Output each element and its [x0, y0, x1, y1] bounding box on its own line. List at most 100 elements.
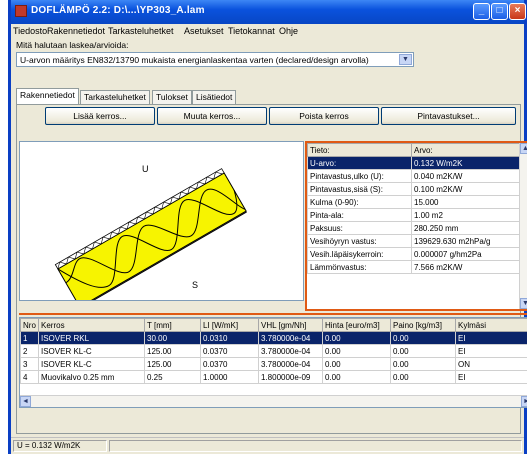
menu-rakennetiedot[interactable]: Rakennetiedot — [47, 26, 105, 36]
scroll-down-icon[interactable]: ▼ — [520, 298, 527, 309]
prop-value: 0.000007 g/hm2Pa — [411, 247, 520, 261]
prop-value: 0.100 m2K/W — [411, 182, 520, 196]
prop-row[interactable]: Pinta-ala: 1.00 m2 — [307, 208, 520, 222]
layer-name: ISOVER KL-C — [38, 357, 145, 371]
status-bar: U = 0.132 W/m2K — [11, 437, 524, 454]
layer-row[interactable]: 1 ISOVER RKL 30.00 0.0310 3.780000e-04 0… — [20, 331, 527, 345]
layers-header-hinta[interactable]: Hinta [euro/m3] — [322, 318, 391, 332]
prop-header-name[interactable]: Tieto: — [307, 143, 412, 157]
prop-value: 1.00 m2 — [411, 208, 520, 222]
delete-layer-button[interactable]: Poista kerros — [269, 107, 379, 125]
calc-type-select[interactable]: U-arvon määritys EN832/13790 mukaista en… — [16, 52, 414, 67]
layer-conductivity: 0.0370 — [200, 357, 259, 371]
minimize-button[interactable]: _ — [473, 3, 490, 20]
properties-table: Tieto: Arvo: U-arvo: 0.132 W/m2K Pintavas… — [307, 143, 520, 274]
surface-resistance-button[interactable]: Pintavastukset... — [381, 107, 516, 125]
layer-conductivity: 0.0310 — [200, 331, 259, 345]
layers-header-vhl[interactable]: VHL [gm/Nh] — [258, 318, 323, 332]
prop-value: 0.132 W/m2K — [411, 156, 520, 170]
prop-value: 139629.630 m2hPa/g — [411, 234, 520, 248]
layer-conductivity: 0.0370 — [200, 344, 259, 358]
layer-price: 0.00 — [322, 357, 391, 371]
layers-header-kylma[interactable]: Kylmäsi — [455, 318, 527, 332]
layers-hscrollbar[interactable]: ◄ ► — [20, 395, 527, 407]
app-icon — [15, 5, 27, 17]
dropdown-arrow-icon[interactable]: ▼ — [399, 54, 412, 65]
prop-row[interactable]: Lämmönvastus: 7.566 m2K/W — [307, 260, 520, 274]
layers-header-t[interactable]: T [mm] — [144, 318, 201, 332]
prop-name: Lämmönvastus: — [307, 260, 412, 274]
prop-value: 15.000 — [411, 195, 520, 209]
layers-header-li[interactable]: LI [W/mK] — [200, 318, 259, 332]
add-layer-button[interactable]: Lisää kerros... — [45, 107, 155, 125]
prop-row[interactable]: Paksuus: 280.250 mm — [307, 221, 520, 235]
menu-ohje[interactable]: Ohje — [279, 26, 298, 36]
layer-name: ISOVER RKL — [38, 331, 145, 345]
prop-name: U-arvo: — [307, 156, 412, 170]
prop-name: Vesih.läpäisykerroin: — [307, 247, 412, 261]
layer-nro: 2 — [20, 344, 39, 358]
properties-grid[interactable]: Tieto: Arvo: U-arvo: 0.132 W/m2K Pintavas… — [305, 141, 527, 311]
title-bar[interactable]: DOFLÄMPÖ 2.2: D:\...\YP303_A.lam _ □ × — [11, 0, 526, 24]
insulation-layer-shape — [57, 172, 247, 308]
prop-row[interactable]: Pintavastus,sisä (S): 0.100 m2K/W — [307, 182, 520, 196]
inside-label: S — [192, 280, 198, 290]
window-title: DOFLÄMPÖ 2.2: D:\...\YP303_A.lam — [31, 5, 205, 16]
layers-header-kerros[interactable]: Kerros — [38, 318, 145, 332]
scroll-left-icon[interactable]: ◄ — [20, 396, 31, 407]
prop-name: Paksuus: — [307, 221, 412, 235]
structure-panel: Lisää kerros... Muuta kerros... Poista k… — [16, 104, 527, 434]
layer-cross-section: U S — [54, 164, 247, 309]
prop-name: Kulma (0-90): — [307, 195, 412, 209]
scroll-up-icon[interactable]: ▲ — [520, 143, 527, 154]
prop-name: Pintavastus,sisä (S): — [307, 182, 412, 196]
tab-tulokset[interactable]: Tulokset — [152, 90, 192, 104]
layer-row[interactable]: 2 ISOVER KL-C 125.00 0.0370 3.780000e-04… — [20, 344, 527, 358]
properties-scrollbar[interactable]: ▲ ▼ — [519, 143, 527, 309]
layer-weight: 0.00 — [390, 357, 456, 371]
action-button-row: Lisää kerros... Muuta kerros... Poista k… — [19, 107, 518, 125]
prop-name: Pinta-ala: — [307, 208, 412, 222]
layer-row[interactable]: 4 Muovikalvo 0.25 mm 0.25 1.0000 1.80000… — [20, 370, 527, 384]
layer-cold-bridge: EI — [455, 344, 527, 358]
layer-weight: 0.00 — [390, 331, 456, 345]
menu-tarkasteluhetket[interactable]: Tarkasteluhetket — [108, 26, 174, 36]
layer-vapor-permeability: 1.800000e-09 — [258, 370, 323, 384]
tab-lisatiedot[interactable]: Lisätiedot — [192, 90, 237, 104]
outside-label: U — [142, 164, 149, 174]
layer-name: Muovikalvo 0.25 mm — [38, 370, 145, 384]
layer-cold-bridge: EI — [455, 370, 527, 384]
layer-row[interactable]: 3 ISOVER KL-C 125.00 0.0370 3.780000e-04… — [20, 357, 527, 371]
pane-splitter[interactable] — [19, 313, 527, 315]
modify-layer-button[interactable]: Muuta kerros... — [157, 107, 267, 125]
prop-row[interactable]: Vesihöyryn vastus: 139629.630 m2hPa/g — [307, 234, 520, 248]
calc-type-value: U-arvon määritys EN832/13790 mukaista en… — [20, 55, 369, 65]
prop-row[interactable]: U-arvo: 0.132 W/m2K — [307, 156, 520, 170]
layers-table: Nro Kerros T [mm] LI [W/mK] VHL [gm/Nh] … — [20, 318, 527, 384]
prop-row[interactable]: Pintavastus,ulko (U): 0.040 m2K/W — [307, 169, 520, 183]
prop-name: Pintavastus,ulko (U): — [307, 169, 412, 183]
status-u-value: U = 0.132 W/m2K — [13, 440, 107, 452]
layer-thickness: 30.00 — [144, 331, 201, 345]
layers-header-paino[interactable]: Paino [kg/m3] — [390, 318, 456, 332]
menu-asetukset[interactable]: Asetukset — [184, 26, 224, 36]
prop-header-value[interactable]: Arvo: — [411, 143, 520, 157]
close-button[interactable]: × — [509, 3, 526, 20]
maximize-button[interactable]: □ — [491, 3, 508, 20]
layers-grid[interactable]: Nro Kerros T [mm] LI [W/mK] VHL [gm/Nh] … — [19, 317, 527, 408]
layer-thickness: 125.00 — [144, 344, 201, 358]
layer-nro: 3 — [20, 357, 39, 371]
prop-value: 0.040 m2K/W — [411, 169, 520, 183]
tab-rakennetiedot[interactable]: Rakennetiedot — [16, 88, 79, 104]
menu-tiedosto[interactable]: Tiedosto — [13, 26, 47, 36]
layer-conductivity: 1.0000 — [200, 370, 259, 384]
menu-bar: Tiedosto Rakennetiedot Tarkasteluhetket … — [11, 24, 524, 38]
prop-value: 7.566 m2K/W — [411, 260, 520, 274]
menu-tietokannat[interactable]: Tietokannat — [228, 26, 275, 36]
tab-tarkasteluhetket[interactable]: Tarkasteluhetket — [80, 90, 150, 104]
scroll-right-icon[interactable]: ► — [521, 396, 527, 407]
layers-header-nro[interactable]: Nro — [20, 318, 39, 332]
prop-row[interactable]: Vesih.läpäisykerroin: 0.000007 g/hm2Pa — [307, 247, 520, 261]
layer-price: 0.00 — [322, 331, 391, 345]
prop-row[interactable]: Kulma (0-90): 15.000 — [307, 195, 520, 209]
